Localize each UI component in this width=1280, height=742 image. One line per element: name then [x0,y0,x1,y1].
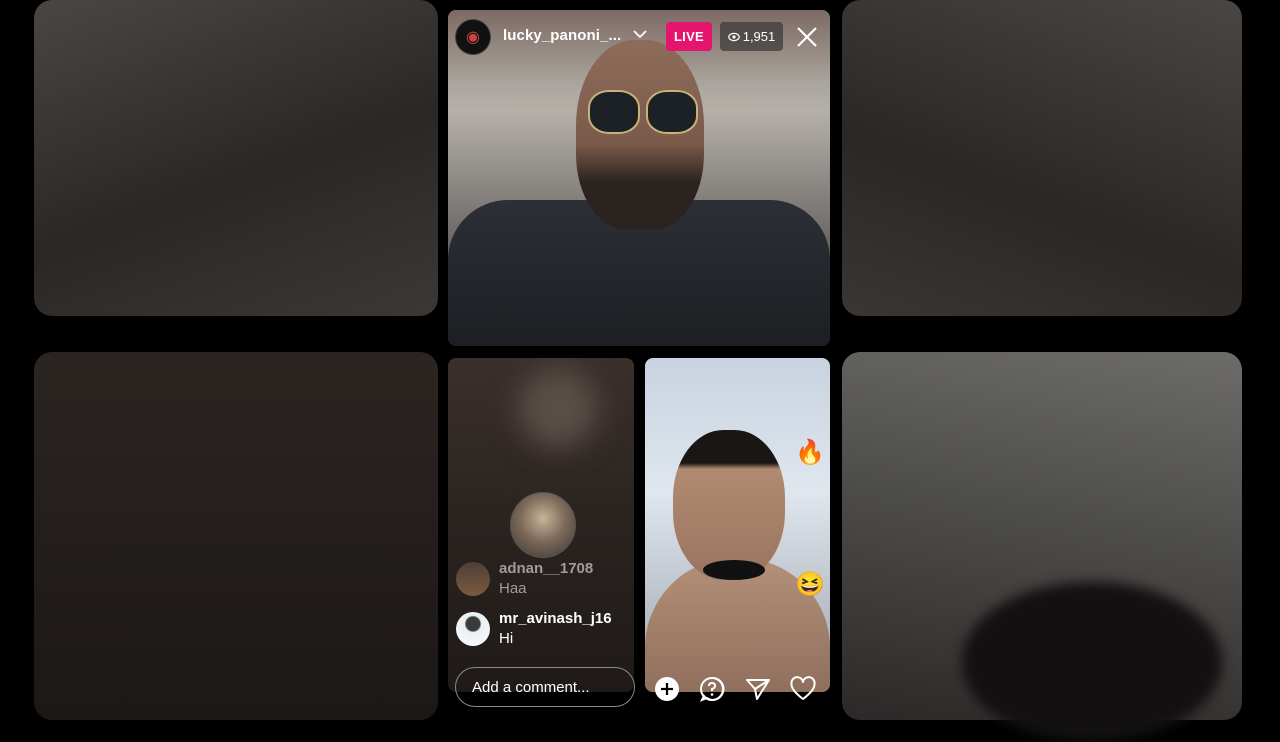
close-icon[interactable] [794,24,820,50]
comment-list: adnan__1708 Haa mr_avinash_j16 Hi [456,560,636,660]
comment-item: adnan__1708 Haa [456,560,636,610]
viewer-count-badge[interactable]: 1,951 [720,22,783,51]
comment-item: mr_avinash_j16 Hi [456,610,636,660]
background-blur-top-right [842,0,1242,316]
background-blur-bottom-left [34,352,438,720]
comment-username[interactable]: adnan__1708 [499,560,593,577]
comment-text: Haa [499,580,527,597]
comment-text: Hi [499,630,514,647]
stream-header: ◉ lucky_panoni_... LIVE 1,951 [448,10,830,62]
paper-plane-icon [746,679,770,700]
live-badge: LIVE [666,22,712,51]
like-button[interactable] [790,676,816,702]
commenter-avatar[interactable] [456,562,490,596]
add-button[interactable] [654,676,680,702]
live-stream-view: ◉ lucky_panoni_... LIVE 1,951 🔥 😆 adnan_… [448,0,830,720]
emoji-reaction: 🔥 [795,439,825,466]
heart-icon [790,676,816,700]
host-username[interactable]: lucky_panoni_... [503,27,621,44]
guest-avatar [510,492,576,558]
chevron-down-icon[interactable] [632,26,648,42]
eye-icon [727,32,740,41]
share-button[interactable] [745,676,771,702]
comment-username[interactable]: mr_avinash_j16 [499,610,612,627]
background-blur-bottom-right [842,352,1242,742]
question-bubble-icon [699,676,725,702]
background-blur-top-left [34,0,438,316]
viewer-count: 1,951 [742,29,776,44]
commenter-avatar[interactable] [456,612,490,646]
plus-circle-icon [655,677,679,701]
guest-video-right: 🔥 😆 [645,358,830,692]
question-button[interactable] [699,676,725,702]
host-avatar[interactable]: ◉ [455,19,491,55]
comment-input[interactable] [455,667,635,707]
emoji-reaction: 😆 [795,571,825,598]
